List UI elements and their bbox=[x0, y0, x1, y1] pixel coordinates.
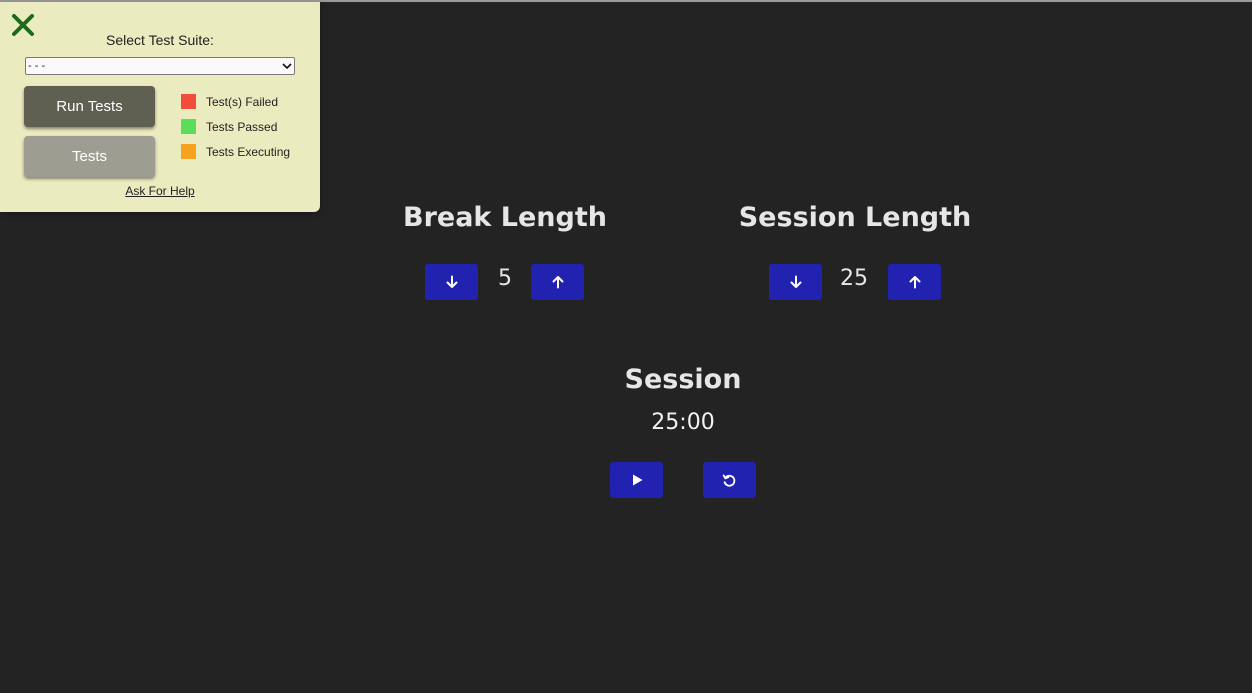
legend-swatch-executing bbox=[181, 144, 196, 159]
ask-for-help-link[interactable]: Ask For Help bbox=[0, 184, 320, 198]
break-decrement-button[interactable] bbox=[425, 264, 478, 300]
play-icon bbox=[632, 474, 642, 486]
select-test-suite-label: Select Test Suite: bbox=[106, 32, 214, 48]
test-panel: Select Test Suite: - - - Run Tests Tests… bbox=[0, 2, 320, 212]
legend-swatch-passed bbox=[181, 119, 196, 134]
session-increment-button[interactable] bbox=[888, 264, 941, 300]
arrow-up-icon bbox=[909, 276, 920, 289]
time-left: 25:00 bbox=[651, 410, 715, 435]
legend-tests-failed: Test(s) Failed bbox=[181, 94, 278, 109]
break-increment-button[interactable] bbox=[531, 264, 584, 300]
session-label: Session Length bbox=[738, 202, 972, 233]
test-suite-select[interactable]: - - - bbox=[25, 57, 295, 75]
arrow-down-icon bbox=[790, 275, 801, 288]
start-stop-button[interactable] bbox=[610, 462, 663, 498]
run-tests-button[interactable]: Run Tests bbox=[24, 86, 155, 127]
break-label: Break Length bbox=[403, 202, 607, 233]
legend-swatch-failed bbox=[181, 94, 196, 109]
timer-label: Session bbox=[624, 364, 742, 395]
tests-button[interactable]: Tests bbox=[24, 136, 155, 177]
break-length-value: 5 bbox=[498, 266, 512, 291]
reset-icon bbox=[722, 474, 736, 487]
reset-button[interactable] bbox=[703, 462, 756, 498]
legend-label: Tests Executing bbox=[206, 144, 291, 159]
chevron-down-icon bbox=[282, 63, 292, 70]
arrow-up-icon bbox=[552, 276, 563, 289]
legend-label: Test(s) Failed bbox=[206, 94, 279, 109]
legend-tests-passed: Tests Passed bbox=[181, 119, 277, 134]
test-suite-selected-value: - - - bbox=[28, 60, 46, 72]
legend-label: Tests Passed bbox=[206, 119, 278, 134]
arrow-down-icon bbox=[446, 275, 457, 288]
session-decrement-button[interactable] bbox=[769, 264, 822, 300]
legend-tests-executing: Tests Executing bbox=[181, 144, 290, 159]
session-length-value: 25 bbox=[840, 266, 868, 291]
